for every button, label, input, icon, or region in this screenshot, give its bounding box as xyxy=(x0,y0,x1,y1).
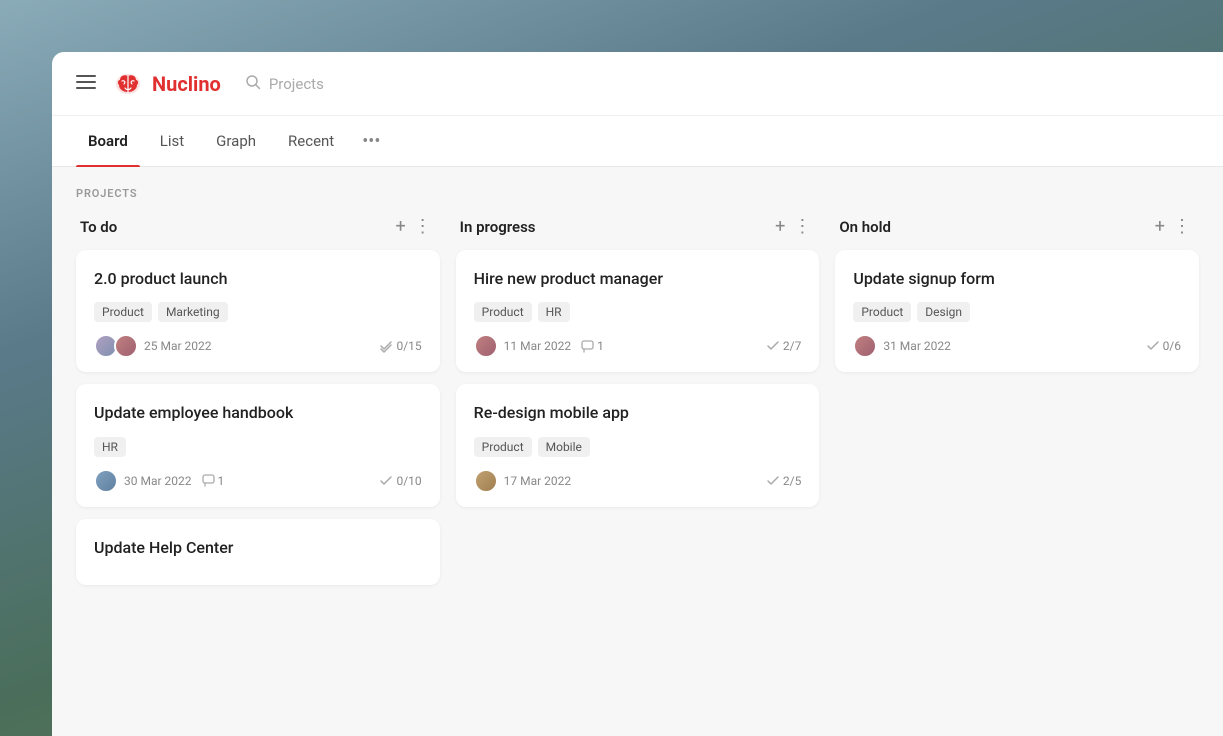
card-comments: 1 xyxy=(202,474,225,488)
tag-design: Design xyxy=(917,302,970,322)
menu-icon[interactable] xyxy=(76,73,96,94)
header: Nuclino Projects xyxy=(52,52,1223,116)
card-tags: Product Design xyxy=(853,302,1181,322)
card-tags: HR xyxy=(94,437,422,457)
avatars xyxy=(94,469,114,493)
column-title-todo: To do xyxy=(80,218,391,236)
column-title-inprogress: In progress xyxy=(460,218,771,236)
column-inprogress: In progress + ⋮ Hire new product manager… xyxy=(448,208,828,736)
comment-icon xyxy=(581,340,594,353)
tag-hr: HR xyxy=(538,302,570,322)
check-icon xyxy=(379,339,393,353)
card-comments: 1 xyxy=(581,339,604,353)
tab-list[interactable]: List xyxy=(148,116,196,166)
logo[interactable]: Nuclino xyxy=(112,70,221,98)
add-todo-icon[interactable]: + xyxy=(391,216,409,238)
card-tags: Product Mobile xyxy=(474,437,802,457)
card-title: Hire new product manager xyxy=(474,268,802,290)
check-icon xyxy=(1146,339,1160,353)
card-checks: 2/7 xyxy=(766,339,801,353)
card-meta: 11 Mar 2022 1 2/7 xyxy=(474,334,802,358)
avatar xyxy=(114,334,138,358)
avatars xyxy=(94,334,134,358)
column-header-onhold: On hold + ⋮ xyxy=(835,208,1199,250)
card-2-0-product-launch[interactable]: 2.0 product launch Product Marketing 25 … xyxy=(76,250,440,372)
avatars xyxy=(853,334,873,358)
card-title: 2.0 product launch xyxy=(94,268,422,290)
avatars xyxy=(474,469,494,493)
card-meta: 25 Mar 2022 0/15 xyxy=(94,334,422,358)
avatar xyxy=(94,469,118,493)
logo-icon xyxy=(112,70,144,98)
check-icon xyxy=(766,474,780,488)
tab-graph[interactable]: Graph xyxy=(204,116,268,166)
tag-hr: HR xyxy=(94,437,126,457)
tag-marketing: Marketing xyxy=(158,302,228,322)
onhold-more-icon[interactable]: ⋮ xyxy=(1169,216,1195,238)
avatar xyxy=(853,334,877,358)
todo-more-icon[interactable]: ⋮ xyxy=(410,216,436,238)
card-date: 30 Mar 2022 xyxy=(124,474,192,488)
comment-icon xyxy=(202,474,215,487)
card-update-handbook[interactable]: Update employee handbook HR 30 Mar 2022 … xyxy=(76,384,440,506)
column-onhold: On hold + ⋮ Update signup form Product D… xyxy=(827,208,1207,736)
tag-product: Product xyxy=(474,302,532,322)
search-icon xyxy=(245,74,261,94)
tab-board[interactable]: Board xyxy=(76,116,140,166)
check-icon xyxy=(766,339,780,353)
card-checks: 0/10 xyxy=(379,474,421,488)
card-redesign-mobile[interactable]: Re-design mobile app Product Mobile 17 M… xyxy=(456,384,820,506)
card-checks: 2/5 xyxy=(766,474,801,488)
nav-tabs: Board List Graph Recent ••• xyxy=(52,116,1223,167)
card-update-signup[interactable]: Update signup form Product Design 31 Mar… xyxy=(835,250,1199,372)
tag-product: Product xyxy=(853,302,911,322)
add-inprogress-icon[interactable]: + xyxy=(771,216,789,238)
card-checks: 0/6 xyxy=(1146,339,1181,353)
column-title-onhold: On hold xyxy=(839,218,1150,236)
card-title: Re-design mobile app xyxy=(474,402,802,424)
avatar xyxy=(474,469,498,493)
card-checks: 0/15 xyxy=(379,339,421,353)
app-window: Nuclino Projects Board List Graph Recent… xyxy=(52,52,1223,736)
search-placeholder: Projects xyxy=(269,75,324,93)
section-label: PROJECTS xyxy=(52,167,1223,208)
check-icon xyxy=(379,474,393,488)
column-todo: To do + ⋮ 2.0 product launch Product Mar… xyxy=(68,208,448,736)
card-tags: Product HR xyxy=(474,302,802,322)
tab-recent[interactable]: Recent xyxy=(276,116,346,166)
card-help-center[interactable]: Update Help Center xyxy=(76,519,440,585)
card-hire-product-manager[interactable]: Hire new product manager Product HR 11 M… xyxy=(456,250,820,372)
tag-product: Product xyxy=(474,437,532,457)
inprogress-more-icon[interactable]: ⋮ xyxy=(789,216,815,238)
avatar xyxy=(474,334,498,358)
avatars xyxy=(474,334,494,358)
card-meta: 17 Mar 2022 2/5 xyxy=(474,469,802,493)
column-header-inprogress: In progress + ⋮ xyxy=(456,208,820,250)
card-title: Update employee handbook xyxy=(94,402,422,424)
tag-mobile: Mobile xyxy=(538,437,590,457)
card-date: 11 Mar 2022 xyxy=(504,339,572,353)
card-tags: Product Marketing xyxy=(94,302,422,322)
add-onhold-icon[interactable]: + xyxy=(1151,216,1169,238)
card-date: 17 Mar 2022 xyxy=(504,474,572,488)
card-date: 25 Mar 2022 xyxy=(144,339,212,353)
logo-text: Nuclino xyxy=(152,72,221,96)
column-header-todo: To do + ⋮ xyxy=(76,208,440,250)
board-columns: To do + ⋮ 2.0 product launch Product Mar… xyxy=(52,208,1223,736)
card-meta: 31 Mar 2022 0/6 xyxy=(853,334,1181,358)
card-title: Update Help Center xyxy=(94,537,422,559)
card-title: Update signup form xyxy=(853,268,1181,290)
card-meta: 30 Mar 2022 1 0/10 xyxy=(94,469,422,493)
tag-product: Product xyxy=(94,302,152,322)
tabs-more-icon[interactable]: ••• xyxy=(362,131,380,152)
search-area[interactable]: Projects xyxy=(245,74,324,94)
card-date: 31 Mar 2022 xyxy=(883,339,951,353)
content-area: PROJECTS To do + ⋮ 2.0 product launch Pr… xyxy=(52,167,1223,736)
